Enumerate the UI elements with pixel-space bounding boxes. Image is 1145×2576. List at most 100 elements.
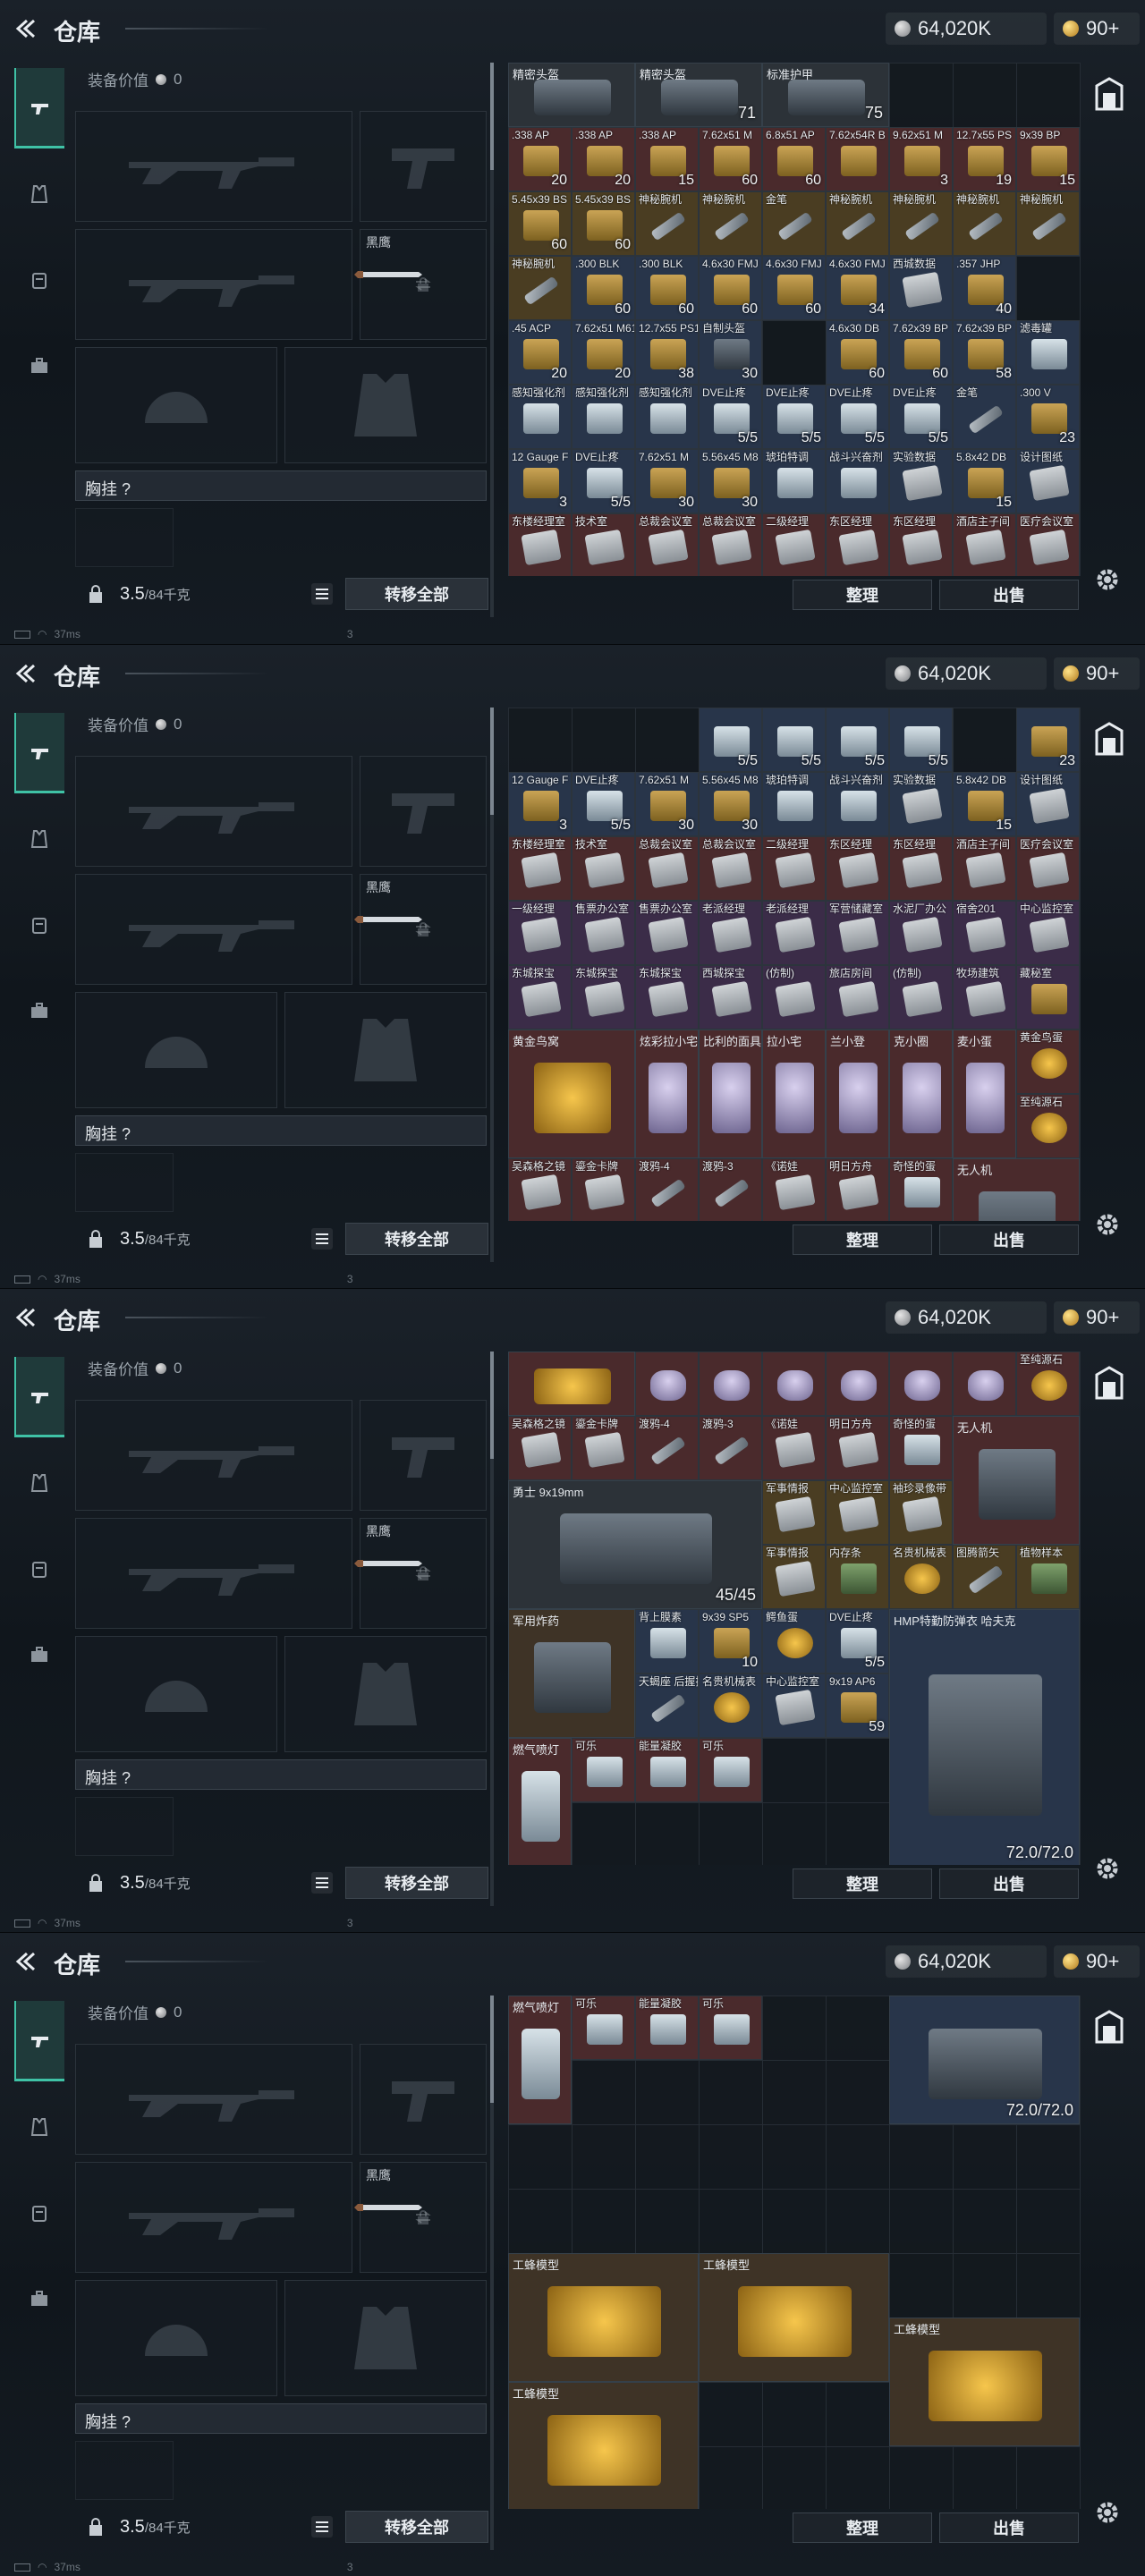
primary-weapon-slot[interactable] <box>75 1400 352 1511</box>
loadout-scrollbar[interactable] <box>490 1996 494 2550</box>
stash-item[interactable]: 总裁会议室 <box>635 513 699 576</box>
sidearm-slot[interactable] <box>360 2044 487 2155</box>
scroll-thumb[interactable] <box>490 1996 494 2103</box>
tab-armor[interactable] <box>14 2087 64 2167</box>
stash-item[interactable]: 鳄鱼蛋 <box>762 1609 826 1674</box>
sell-button[interactable]: 出售 <box>939 1868 1079 1899</box>
stash-item[interactable]: 9x39 SP5 10 <box>699 1609 762 1674</box>
stash-item[interactable]: .300 BLK 60 <box>572 256 635 320</box>
list-icon[interactable] <box>311 1228 333 1250</box>
stash-item[interactable]: 医疗会议室 <box>1016 836 1080 901</box>
stash-item[interactable]: 军事情报 <box>762 1545 826 1609</box>
list-icon[interactable] <box>311 2516 333 2538</box>
stash-item[interactable]: 感知强化剂 <box>635 385 699 449</box>
stash-item[interactable]: 比利的面具 <box>699 1030 762 1158</box>
stash-item[interactable] <box>762 1352 826 1416</box>
stash-item[interactable]: 可乐 <box>699 1738 762 1802</box>
stash-item[interactable]: 金笔 <box>953 385 1016 449</box>
armor-slot[interactable] <box>284 347 487 463</box>
secondary-weapon-slot[interactable] <box>75 1518 352 1629</box>
stash-item[interactable]: 5.8x42 DB 15 <box>953 772 1016 836</box>
stash-item[interactable]: (仿制) <box>889 965 953 1030</box>
stash-item[interactable]: .45 ACP 20 <box>508 320 572 385</box>
primary-weapon-slot[interactable] <box>75 111 352 222</box>
stash-item[interactable]: 7.62x51 M 60 <box>699 127 762 191</box>
stash-item[interactable]: DVE止疼 5/5 <box>699 385 762 449</box>
stash-item[interactable]: 名贵机械表 <box>889 1545 953 1609</box>
stash-item[interactable]: DVE止疼 5/5 <box>826 1609 889 1674</box>
stash-item[interactable]: 5.45x39 BS 60 <box>572 191 635 256</box>
stash-item[interactable]: 渡鸦-3 <box>699 1416 762 1480</box>
loadout-scrollbar[interactable] <box>490 63 494 617</box>
stash-item[interactable]: 袖珍录像带 <box>889 1480 953 1545</box>
stash-item[interactable]: .338 AP 15 <box>635 127 699 191</box>
stash-item[interactable]: 工蜂模型 <box>508 2253 699 2382</box>
stash-item[interactable]: 4.6x30 DB 60 <box>826 320 889 385</box>
stash-item[interactable]: 琥珀特调 <box>762 772 826 836</box>
chest-rig-slot[interactable]: 胸挂 ? <box>75 470 487 501</box>
helmet-slot[interactable] <box>75 1636 277 1752</box>
stash-item[interactable]: 背上膜素 <box>635 1609 699 1674</box>
stash-item[interactable]: 黄金鸟蛋 <box>1016 1030 1080 1094</box>
stash-item[interactable]: 名贵机械表 <box>699 1674 762 1738</box>
helmet-slot[interactable] <box>75 992 277 1108</box>
stash-item[interactable]: 医疗会议室 <box>1016 513 1080 576</box>
backpack-slot[interactable] <box>75 1153 174 1212</box>
stash-item[interactable]: 鎏金卡牌 <box>572 1416 635 1480</box>
loadout-scrollbar[interactable] <box>490 708 494 1262</box>
stash-item[interactable]: 神秘腕机 <box>889 191 953 256</box>
armor-slot[interactable] <box>284 1636 487 1752</box>
sort-button[interactable]: 整理 <box>793 1868 932 1899</box>
scroll-thumb[interactable] <box>490 63 494 170</box>
stash-item[interactable]: 4.6x30 FMJ 60 <box>762 256 826 320</box>
stash-item[interactable]: 无人机 <box>953 1158 1080 1221</box>
tab-backpack[interactable] <box>14 885 64 965</box>
stash-item[interactable] <box>699 1352 762 1416</box>
stash-item[interactable]: 奇怪的蛋 <box>889 1158 953 1221</box>
melee-slot[interactable]: 黑鹰 <box>320 874 487 985</box>
stash-item[interactable]: 总裁会议室 <box>699 836 762 901</box>
stash-item[interactable]: 东城探宝 <box>508 965 572 1030</box>
stash-item[interactable]: 明日方舟 <box>826 1416 889 1480</box>
stash-item[interactable]: 感知强化剂 <box>572 385 635 449</box>
stash-item[interactable]: 黄金鸟窝 <box>508 1030 635 1158</box>
stash-item[interactable]: 西城数据 <box>889 256 953 320</box>
stash-item[interactable]: .338 AP 20 <box>508 127 572 191</box>
silver-currency[interactable]: 64,020K <box>886 657 1047 690</box>
stash-item[interactable]: 5/5 <box>826 708 889 772</box>
stash-item[interactable]: .300 V 23 <box>1016 385 1080 449</box>
stash-item[interactable]: 东楼经理室 <box>508 836 572 901</box>
stash-item[interactable]: 售票办公室 <box>572 901 635 965</box>
sell-button[interactable]: 出售 <box>939 1224 1079 1255</box>
transfer-all-button[interactable]: 转移全部 <box>345 1223 488 1255</box>
stash-item[interactable]: 战斗兴奋剂 <box>826 772 889 836</box>
stash-item[interactable]: 6.8x51 AP 60 <box>762 127 826 191</box>
gear-icon[interactable] <box>1093 2498 1122 2527</box>
stash-item[interactable]: .300 BLK 60 <box>635 256 699 320</box>
sort-button[interactable]: 整理 <box>793 2512 932 2543</box>
stash-item[interactable]: 西城探宝 <box>699 965 762 1030</box>
stash-item[interactable]: 总裁会议室 <box>635 836 699 901</box>
stash-item[interactable]: 12.7x55 PS12 38 <box>635 320 699 385</box>
stash-item[interactable]: 藏秘室 <box>1016 965 1080 1030</box>
stash-item[interactable]: 东区经理 <box>889 513 953 576</box>
helmet-slot[interactable] <box>75 2280 277 2396</box>
stash-item[interactable]: 渡鸦-3 <box>699 1158 762 1221</box>
stash-item[interactable]: 5/5 <box>762 708 826 772</box>
tab-case[interactable] <box>14 2258 64 2339</box>
melee-slot[interactable]: 黑鹰 <box>320 229 487 340</box>
stash-item[interactable]: 5.56x45 M8 30 <box>699 449 762 513</box>
stash-item[interactable]: 72.0/72.0 <box>889 1996 1080 2124</box>
helmet-slot[interactable] <box>75 347 277 463</box>
stash-item[interactable]: 酒店主子间 <box>953 513 1016 576</box>
stash-item[interactable]: DVE止疼 5/5 <box>889 385 953 449</box>
stash-item[interactable]: 内存条 <box>826 1545 889 1609</box>
stash-item[interactable]: 奇怪的蛋 <box>889 1416 953 1480</box>
stash-item[interactable]: 5.8x42 DB 15 <box>953 449 1016 513</box>
stash-item[interactable]: 5.56x45 M8 30 <box>699 772 762 836</box>
stash-item[interactable]: 滤毒罐 <box>1016 320 1080 385</box>
stash-item[interactable]: 战斗兴奋剂 <box>826 449 889 513</box>
stash-item[interactable]: 自制头盔 30 <box>699 320 762 385</box>
stash-item[interactable]: 拉小宅 <box>762 1030 826 1158</box>
tab-case[interactable] <box>14 326 64 406</box>
